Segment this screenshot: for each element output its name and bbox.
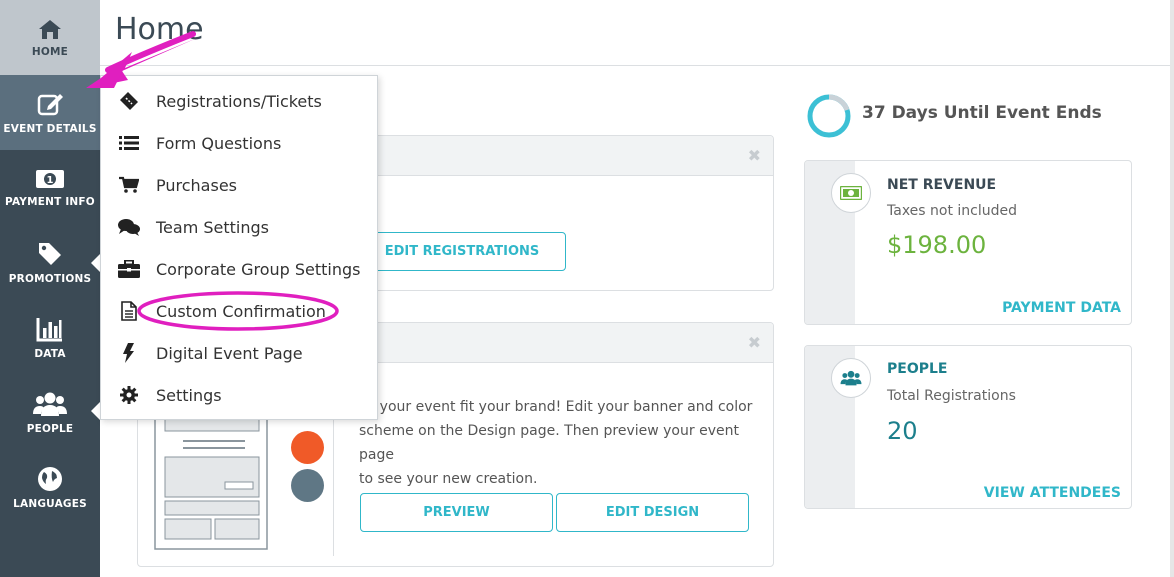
annotation-arrow-icon [105, 31, 196, 73]
annotation-overlay [86, 31, 339, 331]
annotation-highlight-ellipse [137, 291, 339, 331]
